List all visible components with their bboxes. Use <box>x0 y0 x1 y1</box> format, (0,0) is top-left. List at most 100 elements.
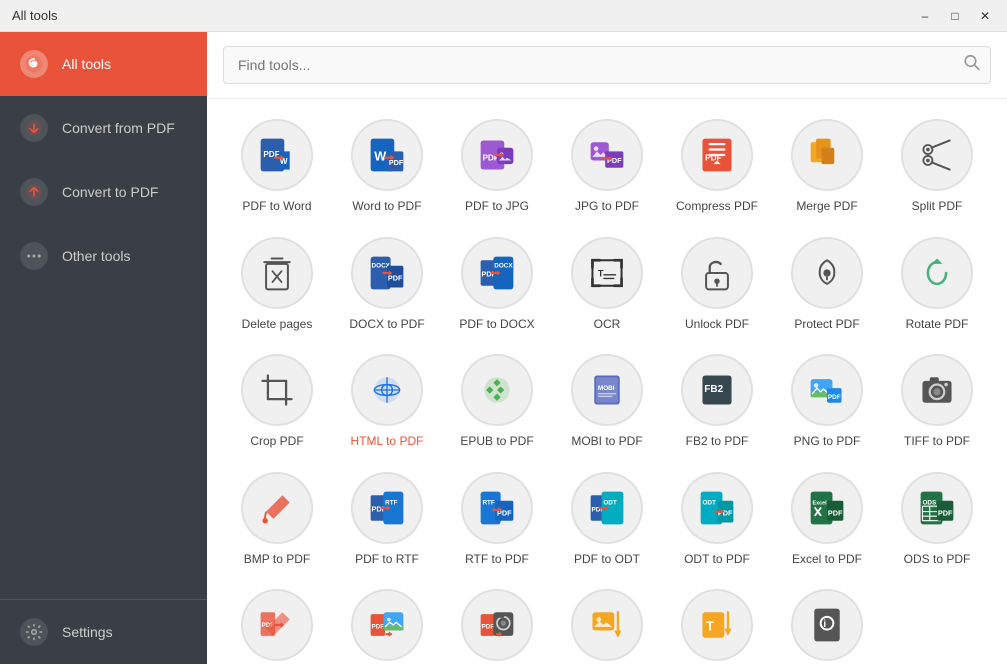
tool-label-rtf-to-pdf: RTF to PDF <box>465 552 529 568</box>
sidebar-item-convert-to-pdf[interactable]: Convert to PDF <box>0 160 207 224</box>
minimize-button[interactable]: – <box>911 5 939 27</box>
ods-to-pdf-icon: ODS PDF <box>901 472 973 544</box>
tool-epub-to-pdf[interactable]: EPUB to PDF <box>443 344 551 458</box>
window-title: All tools <box>12 8 58 23</box>
window-controls: – □ ✕ <box>911 5 999 27</box>
svg-text:PDF: PDF <box>828 508 843 517</box>
tool-html-to-pdf[interactable]: HTML to PDF <box>333 344 441 458</box>
tool-ods-to-pdf[interactable]: ODS PDF ODS to PDF <box>883 462 991 576</box>
tool-label-word-to-pdf: Word to PDF <box>352 199 421 215</box>
tool-extract-text[interactable]: T Extract text <box>663 579 771 664</box>
tool-png-to-pdf[interactable]: PDF PNG to PDF <box>773 344 881 458</box>
sidebar-label-settings: Settings <box>62 624 113 640</box>
svg-text:PDF: PDF <box>372 624 385 631</box>
all-tools-icon <box>20 50 48 78</box>
tool-ocr[interactable]: T OCR <box>553 227 661 341</box>
tool-label-split-pdf: Split PDF <box>912 199 963 215</box>
mobi-to-pdf-icon: MOBI <box>571 354 643 426</box>
pdf-to-jpg-icon: PDF <box>461 119 533 191</box>
merge-pdf-icon <box>791 119 863 191</box>
tool-rotate-pdf[interactable]: Rotate PDF <box>883 227 991 341</box>
tool-pdf-to-odt[interactable]: PDF ODT PDF to ODT <box>553 462 661 576</box>
tool-jpg-to-pdf[interactable]: PDF JPG to PDF <box>553 109 661 223</box>
split-pdf-icon <box>901 119 973 191</box>
svg-text:RTF: RTF <box>482 499 494 506</box>
main-layout: All tools Convert from PDF Convert to PD… <box>0 32 1007 664</box>
tool-edit-metadata[interactable]: i Edit metadata <box>773 579 881 664</box>
svg-text:MOBI: MOBI <box>598 385 615 392</box>
sidebar-item-other-tools[interactable]: Other tools <box>0 224 207 288</box>
svg-text:ODT: ODT <box>702 499 716 506</box>
tool-delete-pages[interactable]: Delete pages <box>223 227 331 341</box>
tool-label-mobi-to-pdf: MOBI to PDF <box>571 434 642 450</box>
unlock-pdf-icon <box>681 237 753 309</box>
crop-pdf-icon <box>241 354 313 426</box>
tool-label-tiff-to-pdf: TIFF to PDF <box>904 434 970 450</box>
convert-to-pdf-icon <box>20 178 48 206</box>
edit-metadata-icon: i <box>791 589 863 661</box>
tool-protect-pdf[interactable]: Protect PDF <box>773 227 881 341</box>
delete-pages-icon <box>241 237 313 309</box>
tool-label-bmp-to-pdf: BMP to PDF <box>244 552 310 568</box>
tool-label-pdf-to-docx: PDF to DOCX <box>459 317 534 333</box>
tool-merge-pdf[interactable]: Merge PDF <box>773 109 881 223</box>
tool-label-protect-pdf: Protect PDF <box>794 317 859 333</box>
html-to-pdf-icon <box>351 354 423 426</box>
tool-crop-pdf[interactable]: Crop PDF <box>223 344 331 458</box>
tool-pdf-to-docx[interactable]: PDF DOCX PDF to DOCX <box>443 227 551 341</box>
maximize-button[interactable]: □ <box>941 5 969 27</box>
tool-docx-to-pdf[interactable]: DOCX PDF DOCX to PDF <box>333 227 441 341</box>
pdf-to-docx-icon: PDF DOCX <box>461 237 533 309</box>
other-tools-icon <box>20 242 48 270</box>
search-input[interactable] <box>223 46 991 84</box>
sidebar-item-settings[interactable]: Settings <box>0 600 207 664</box>
tool-pdf-to-tiff[interactable]: PDF PDF to TIFF <box>443 579 551 664</box>
tool-pdf-to-jpg[interactable]: PDF PDF to JPG <box>443 109 551 223</box>
tool-pdf-to-word[interactable]: PDF W PDF to Word <box>223 109 331 223</box>
svg-text:i: i <box>823 619 826 630</box>
extract-text-icon: T <box>681 589 753 661</box>
search-bar <box>207 32 1007 99</box>
tool-label-rotate-pdf: Rotate PDF <box>906 317 969 333</box>
svg-text:PDF: PDF <box>938 508 953 517</box>
tool-pdf-to-bmp[interactable]: PDF PDF to BMP <box>223 579 331 664</box>
epub-to-pdf-icon <box>461 354 533 426</box>
tool-split-pdf[interactable]: Split PDF <box>883 109 991 223</box>
svg-text:PDF: PDF <box>828 394 841 401</box>
tool-compress-pdf[interactable]: PDF Compress PDF <box>663 109 771 223</box>
tool-pdf-to-rtf[interactable]: PDF RTF PDF to RTF <box>333 462 441 576</box>
svg-text:Excel: Excel <box>812 500 827 506</box>
tool-label-pdf-to-rtf: PDF to RTF <box>355 552 419 568</box>
close-button[interactable]: ✕ <box>971 5 999 27</box>
tool-rtf-to-pdf[interactable]: RTF PDF RTF to PDF <box>443 462 551 576</box>
tool-label-epub-to-pdf: EPUB to PDF <box>460 434 533 450</box>
word-to-pdf-icon: W PDF <box>351 119 423 191</box>
extract-images-icon <box>571 589 643 661</box>
jpg-to-pdf-icon: PDF <box>571 119 643 191</box>
tool-label-pdf-to-word: PDF to Word <box>242 199 311 215</box>
svg-text:T: T <box>598 268 604 278</box>
tool-pdf-to-png[interactable]: PDF PDF to PNG <box>333 579 441 664</box>
odt-to-pdf-icon: ODT PDF <box>681 472 753 544</box>
tool-label-ods-to-pdf: ODS to PDF <box>904 552 971 568</box>
pdf-to-odt-icon: PDF ODT <box>571 472 643 544</box>
tool-bmp-to-pdf[interactable]: BMP to PDF <box>223 462 331 576</box>
tool-label-html-to-pdf: HTML to PDF <box>351 434 424 450</box>
tool-label-crop-pdf: Crop PDF <box>250 434 303 450</box>
tool-unlock-pdf[interactable]: Unlock PDF <box>663 227 771 341</box>
svg-text:FB2: FB2 <box>704 384 723 395</box>
tool-mobi-to-pdf[interactable]: MOBI MOBI to PDF <box>553 344 661 458</box>
tool-extract-images[interactable]: Extract images <box>553 579 661 664</box>
tool-odt-to-pdf[interactable]: ODT PDF ODT to PDF <box>663 462 771 576</box>
tool-fb2-to-pdf[interactable]: FB2 FB2 to PDF <box>663 344 771 458</box>
tool-word-to-pdf[interactable]: W PDF Word to PDF <box>333 109 441 223</box>
docx-to-pdf-icon: DOCX PDF <box>351 237 423 309</box>
fb2-to-pdf-icon: FB2 <box>681 354 753 426</box>
tool-excel-to-pdf[interactable]: Excel PDF Excel to PDF <box>773 462 881 576</box>
sidebar-item-convert-from-pdf[interactable]: Convert from PDF <box>0 96 207 160</box>
sidebar-item-all-tools[interactable]: All tools <box>0 32 207 96</box>
ocr-icon: T <box>571 237 643 309</box>
tool-tiff-to-pdf[interactable]: TIFF to PDF <box>883 344 991 458</box>
bmp-to-pdf-icon <box>241 472 313 544</box>
tool-label-jpg-to-pdf: JPG to PDF <box>575 199 639 215</box>
